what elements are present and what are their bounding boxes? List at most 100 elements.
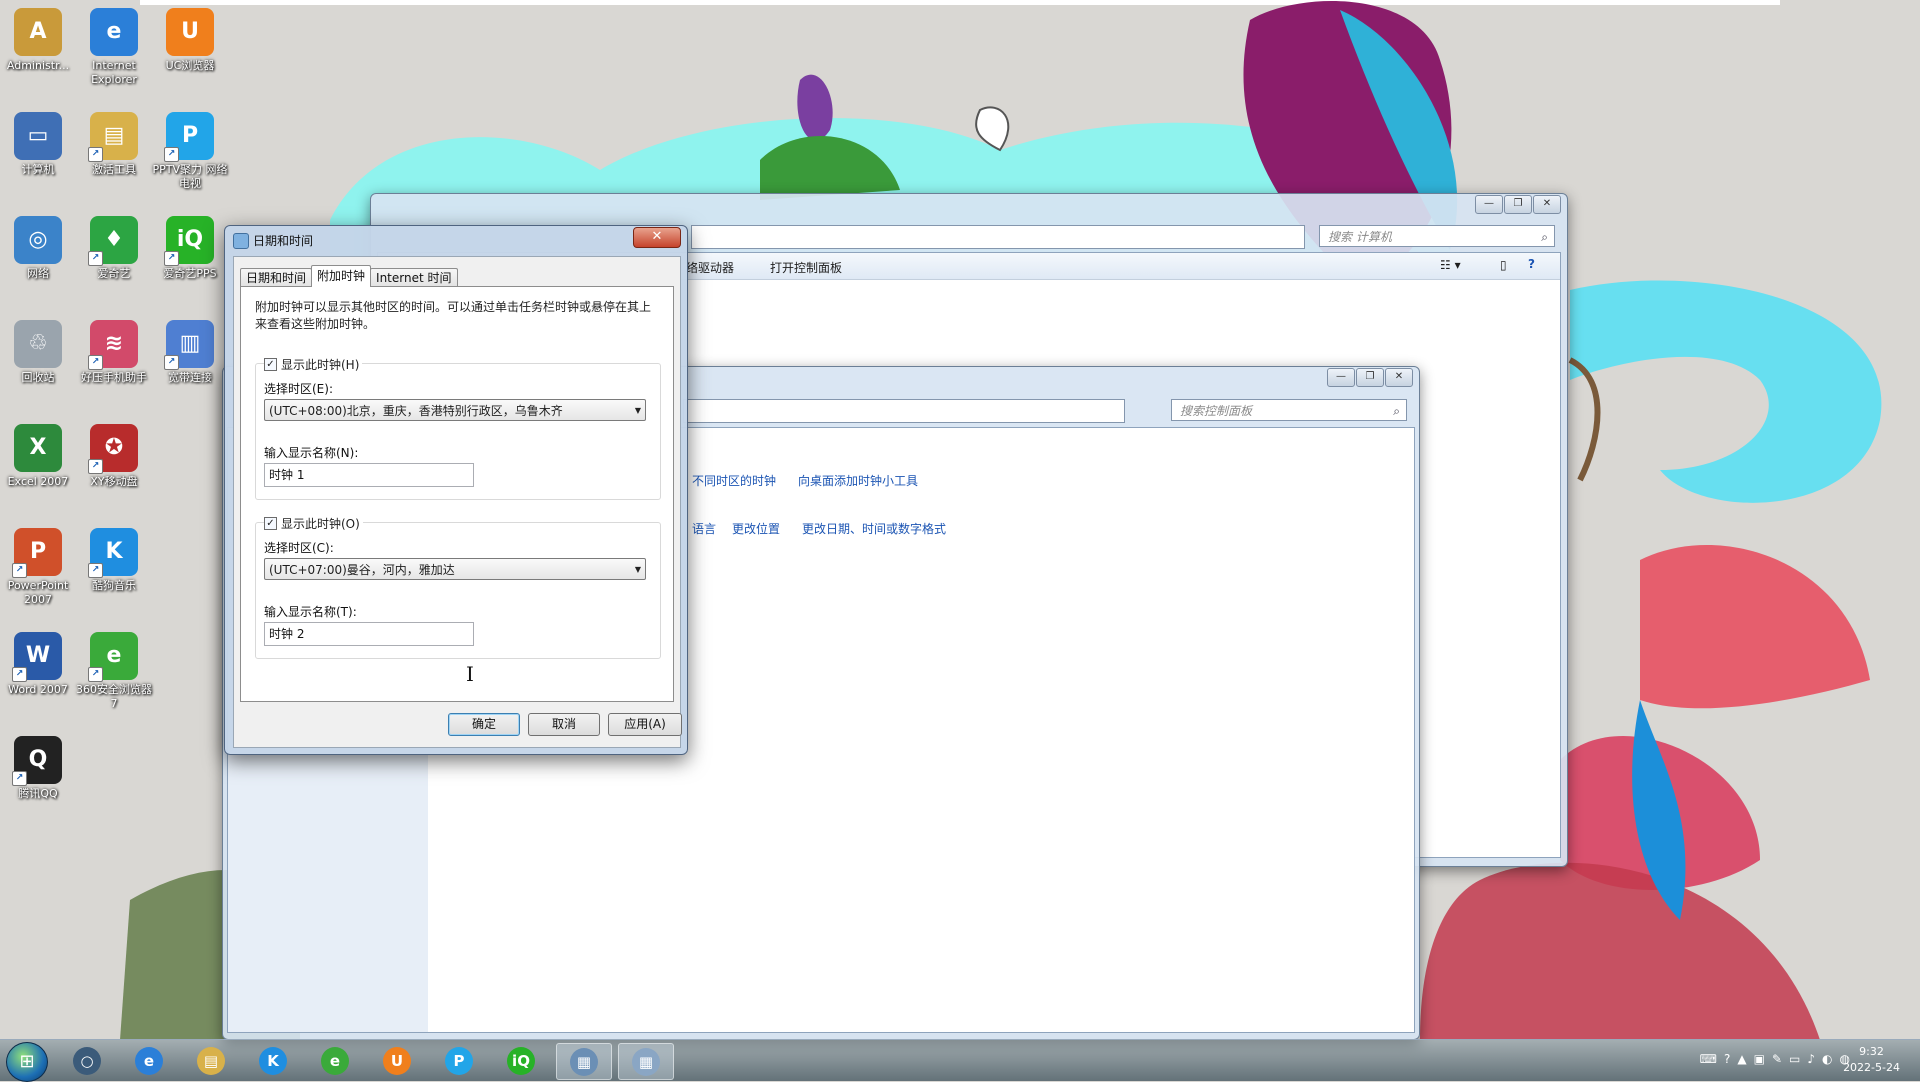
maximize-button[interactable]: ❐ bbox=[1356, 368, 1384, 387]
app-icon: ▥ ↗ bbox=[164, 320, 214, 370]
desktop-icon-item[interactable]: W ↗ Word 2007 bbox=[0, 632, 78, 697]
app-icon: ◎ bbox=[14, 216, 62, 264]
tray-icon[interactable]: ▭ bbox=[1789, 1052, 1800, 1066]
clock2-timezone-select[interactable]: (UTC+07:00)曼谷，河内，雅加达 ▼ bbox=[264, 558, 646, 580]
taskbar-item[interactable]: ▦ bbox=[618, 1043, 674, 1080]
tray-icon[interactable]: ♪ bbox=[1807, 1052, 1815, 1066]
link-add-clock-gadget[interactable]: 向桌面添加时钟小工具 bbox=[798, 472, 918, 489]
desktop-icon-item[interactable]: Q ↗ 腾讯QQ bbox=[0, 736, 78, 801]
desktop-icon-label: 360安全浏览器7 bbox=[76, 683, 152, 710]
taskbar-item[interactable]: e bbox=[122, 1043, 176, 1078]
desktop-icon-item[interactable]: A Administr... bbox=[0, 8, 78, 73]
close-button[interactable]: ✕ bbox=[1385, 368, 1413, 387]
preview-pane-icon[interactable]: ▯ bbox=[1500, 258, 1507, 272]
clock2-timezone-label: 选择时区(C): bbox=[264, 541, 334, 555]
tray-icon[interactable]: ✎ bbox=[1772, 1052, 1782, 1066]
clock-date: 2022-5-24 bbox=[1843, 1061, 1900, 1074]
taskbar-item[interactable]: P bbox=[432, 1043, 486, 1078]
search-icon: ⌕ bbox=[1393, 404, 1400, 418]
link-language[interactable]: 语言 bbox=[692, 520, 716, 537]
date-time-dialog[interactable]: 日期和时间 ✕ 日期和时间 附加时钟 Internet 时间 附加时钟可以显示其… bbox=[224, 225, 688, 755]
desktop-icon-item[interactable]: ≋ ↗ 好压手机助手 bbox=[74, 320, 154, 385]
minimize-button[interactable]: — bbox=[1327, 368, 1355, 387]
shortcut-arrow-icon: ↗ bbox=[88, 459, 103, 474]
tray-icon[interactable]: ⌨ bbox=[1700, 1052, 1717, 1066]
taskbar-item[interactable]: ○ bbox=[60, 1043, 114, 1078]
clock1-timezone-select[interactable]: (UTC+08:00)北京，重庆，香港特别行政区，乌鲁木齐 ▼ bbox=[264, 399, 646, 421]
taskbar-item[interactable]: e bbox=[308, 1043, 362, 1078]
desktop-icon-item[interactable]: ◎ 网络 bbox=[0, 216, 78, 281]
desktop-icon-label: 激活工具 bbox=[92, 163, 136, 176]
clock2-name-input[interactable] bbox=[264, 622, 474, 646]
clock-time: 9:32 bbox=[1859, 1045, 1884, 1058]
shortcut-arrow-icon: ↗ bbox=[88, 355, 103, 370]
cancel-button[interactable]: 取消 bbox=[528, 713, 600, 736]
app-icon: X bbox=[14, 424, 62, 472]
taskbar-clock[interactable]: 9:32 2022-5-24 bbox=[1843, 1044, 1900, 1076]
shortcut-arrow-icon: ↗ bbox=[164, 251, 179, 266]
tray-icon[interactable]: ▣ bbox=[1754, 1052, 1765, 1066]
toolbar-map-drive[interactable]: 络驱动器 bbox=[686, 259, 734, 276]
clock1-group: ✓ 显示此时钟(H) 选择时区(E): (UTC+08:00)北京，重庆，香港特… bbox=[255, 356, 661, 500]
desktop-icon-item[interactable]: e ↗ 360安全浏览器7 bbox=[74, 632, 154, 711]
computer-address-bar[interactable] bbox=[691, 225, 1305, 249]
clock1-show-checkbox-row[interactable]: ✓ 显示此时钟(H) bbox=[264, 356, 363, 373]
taskbar-item[interactable]: K bbox=[246, 1043, 300, 1078]
computer-search-input[interactable]: 搜索 计算机 ⌕ bbox=[1319, 225, 1555, 247]
app-icon: Q ↗ bbox=[12, 736, 62, 786]
close-button[interactable]: ✕ bbox=[1533, 195, 1561, 214]
desktop-icon-item[interactable]: ▤ ↗ 激活工具 bbox=[74, 112, 154, 177]
tab-date-time[interactable]: 日期和时间 bbox=[240, 268, 313, 287]
taskbar-item[interactable]: ▦ bbox=[556, 1043, 612, 1080]
help-icon[interactable]: ? bbox=[1528, 257, 1535, 271]
view-options-icon[interactable]: ☷ ▾ bbox=[1440, 258, 1461, 272]
maximize-button[interactable]: ❐ bbox=[1504, 195, 1532, 214]
taskbar: ⊞ ○ e ▤ Ke U PiQ ▦ ▦ ⌨? ▲ ▣ ✎ ▭ ♪ ◐ ◍ 9:32 2022-5-24 bbox=[0, 1039, 1920, 1082]
tab-internet-time[interactable]: Internet 时间 bbox=[370, 268, 458, 287]
taskbar-item[interactable]: ▤ bbox=[184, 1043, 238, 1078]
clock2-show-checkbox[interactable]: ✓ bbox=[264, 517, 277, 530]
taskbar-item[interactable]: U bbox=[370, 1043, 424, 1078]
tray-icon[interactable]: ▲ bbox=[1737, 1052, 1746, 1066]
additional-clocks-page: 附加时钟可以显示其他时区的时间。可以通过单击任务栏时钟或悬停在其上来查看这些附加… bbox=[240, 286, 674, 702]
desktop-icon-item[interactable]: iQ ↗ 爱奇艺PPS bbox=[150, 216, 230, 281]
clock1-name-input[interactable] bbox=[264, 463, 474, 487]
desktop-icon-label: Internet Explorer bbox=[91, 59, 137, 86]
control-panel-address-bar[interactable] bbox=[683, 399, 1125, 423]
computer-search-placeholder: 搜索 计算机 bbox=[1328, 230, 1392, 244]
desktop-icon-label: PPTV聚力 网络电视 bbox=[152, 163, 228, 190]
tab-additional-clocks[interactable]: 附加时钟 bbox=[311, 265, 372, 287]
apply-button[interactable]: 应用(A) bbox=[608, 713, 682, 736]
desktop-icon-item[interactable]: X Excel 2007 bbox=[0, 424, 78, 489]
clock1-timezone-label: 选择时区(E): bbox=[264, 382, 333, 396]
clock2-show-checkbox-row[interactable]: ✓ 显示此时钟(O) bbox=[264, 515, 363, 532]
app-icon: W ↗ bbox=[12, 632, 62, 682]
desktop-icon-item[interactable]: K ↗ 酷狗音乐 bbox=[74, 528, 154, 593]
minimize-button[interactable]: — bbox=[1475, 195, 1503, 214]
desktop-icon-item[interactable]: e Internet Explorer bbox=[74, 8, 154, 87]
control-panel-search-input[interactable]: 搜索控制面板 ⌕ bbox=[1171, 399, 1407, 421]
desktop-icon-item[interactable]: ▭ 计算机 bbox=[0, 112, 78, 177]
clock1-show-checkbox[interactable]: ✓ bbox=[264, 358, 277, 371]
desktop-icon-item[interactable]: U UC浏览器 bbox=[150, 8, 230, 73]
clock1-show-label: 显示此时钟(H) bbox=[281, 358, 360, 372]
link-change-location[interactable]: 更改位置 bbox=[732, 520, 780, 537]
desktop-icon-item[interactable]: ♲ 回收站 bbox=[0, 320, 78, 385]
toolbar-open-control-panel[interactable]: 打开控制面板 bbox=[770, 259, 842, 276]
desktop-icon-item[interactable]: P ↗ PPTV聚力 网络电视 bbox=[150, 112, 230, 191]
clock2-group: ✓ 显示此时钟(O) 选择时区(C): (UTC+07:00)曼谷，河内，雅加达… bbox=[255, 515, 661, 659]
link-different-timezone-clocks[interactable]: 不同时区的时钟 bbox=[692, 472, 776, 489]
link-change-date-time-format[interactable]: 更改日期、时间或数字格式 bbox=[802, 520, 946, 537]
clock-icon bbox=[233, 233, 249, 249]
desktop-icon-item[interactable]: ♦ ↗ 爱奇艺 bbox=[74, 216, 154, 281]
taskbar-item[interactable]: iQ bbox=[494, 1043, 548, 1078]
dialog-close-button[interactable]: ✕ bbox=[633, 227, 681, 248]
desktop-icon-item[interactable]: P ↗ PowerPoint 2007 bbox=[0, 528, 78, 607]
desktop-icon-item[interactable]: ✪ ↗ XY移动盘 bbox=[74, 424, 154, 489]
tray-icon[interactable]: ? bbox=[1724, 1052, 1730, 1066]
desktop-icon-label: 腾讯QQ bbox=[18, 787, 58, 800]
desktop-icon-item[interactable]: ▥ ↗ 宽带连接 bbox=[150, 320, 230, 385]
start-button[interactable]: ⊞ bbox=[6, 1042, 48, 1082]
tray-icon[interactable]: ◐ bbox=[1822, 1052, 1832, 1066]
ok-button[interactable]: 确定 bbox=[448, 713, 520, 736]
